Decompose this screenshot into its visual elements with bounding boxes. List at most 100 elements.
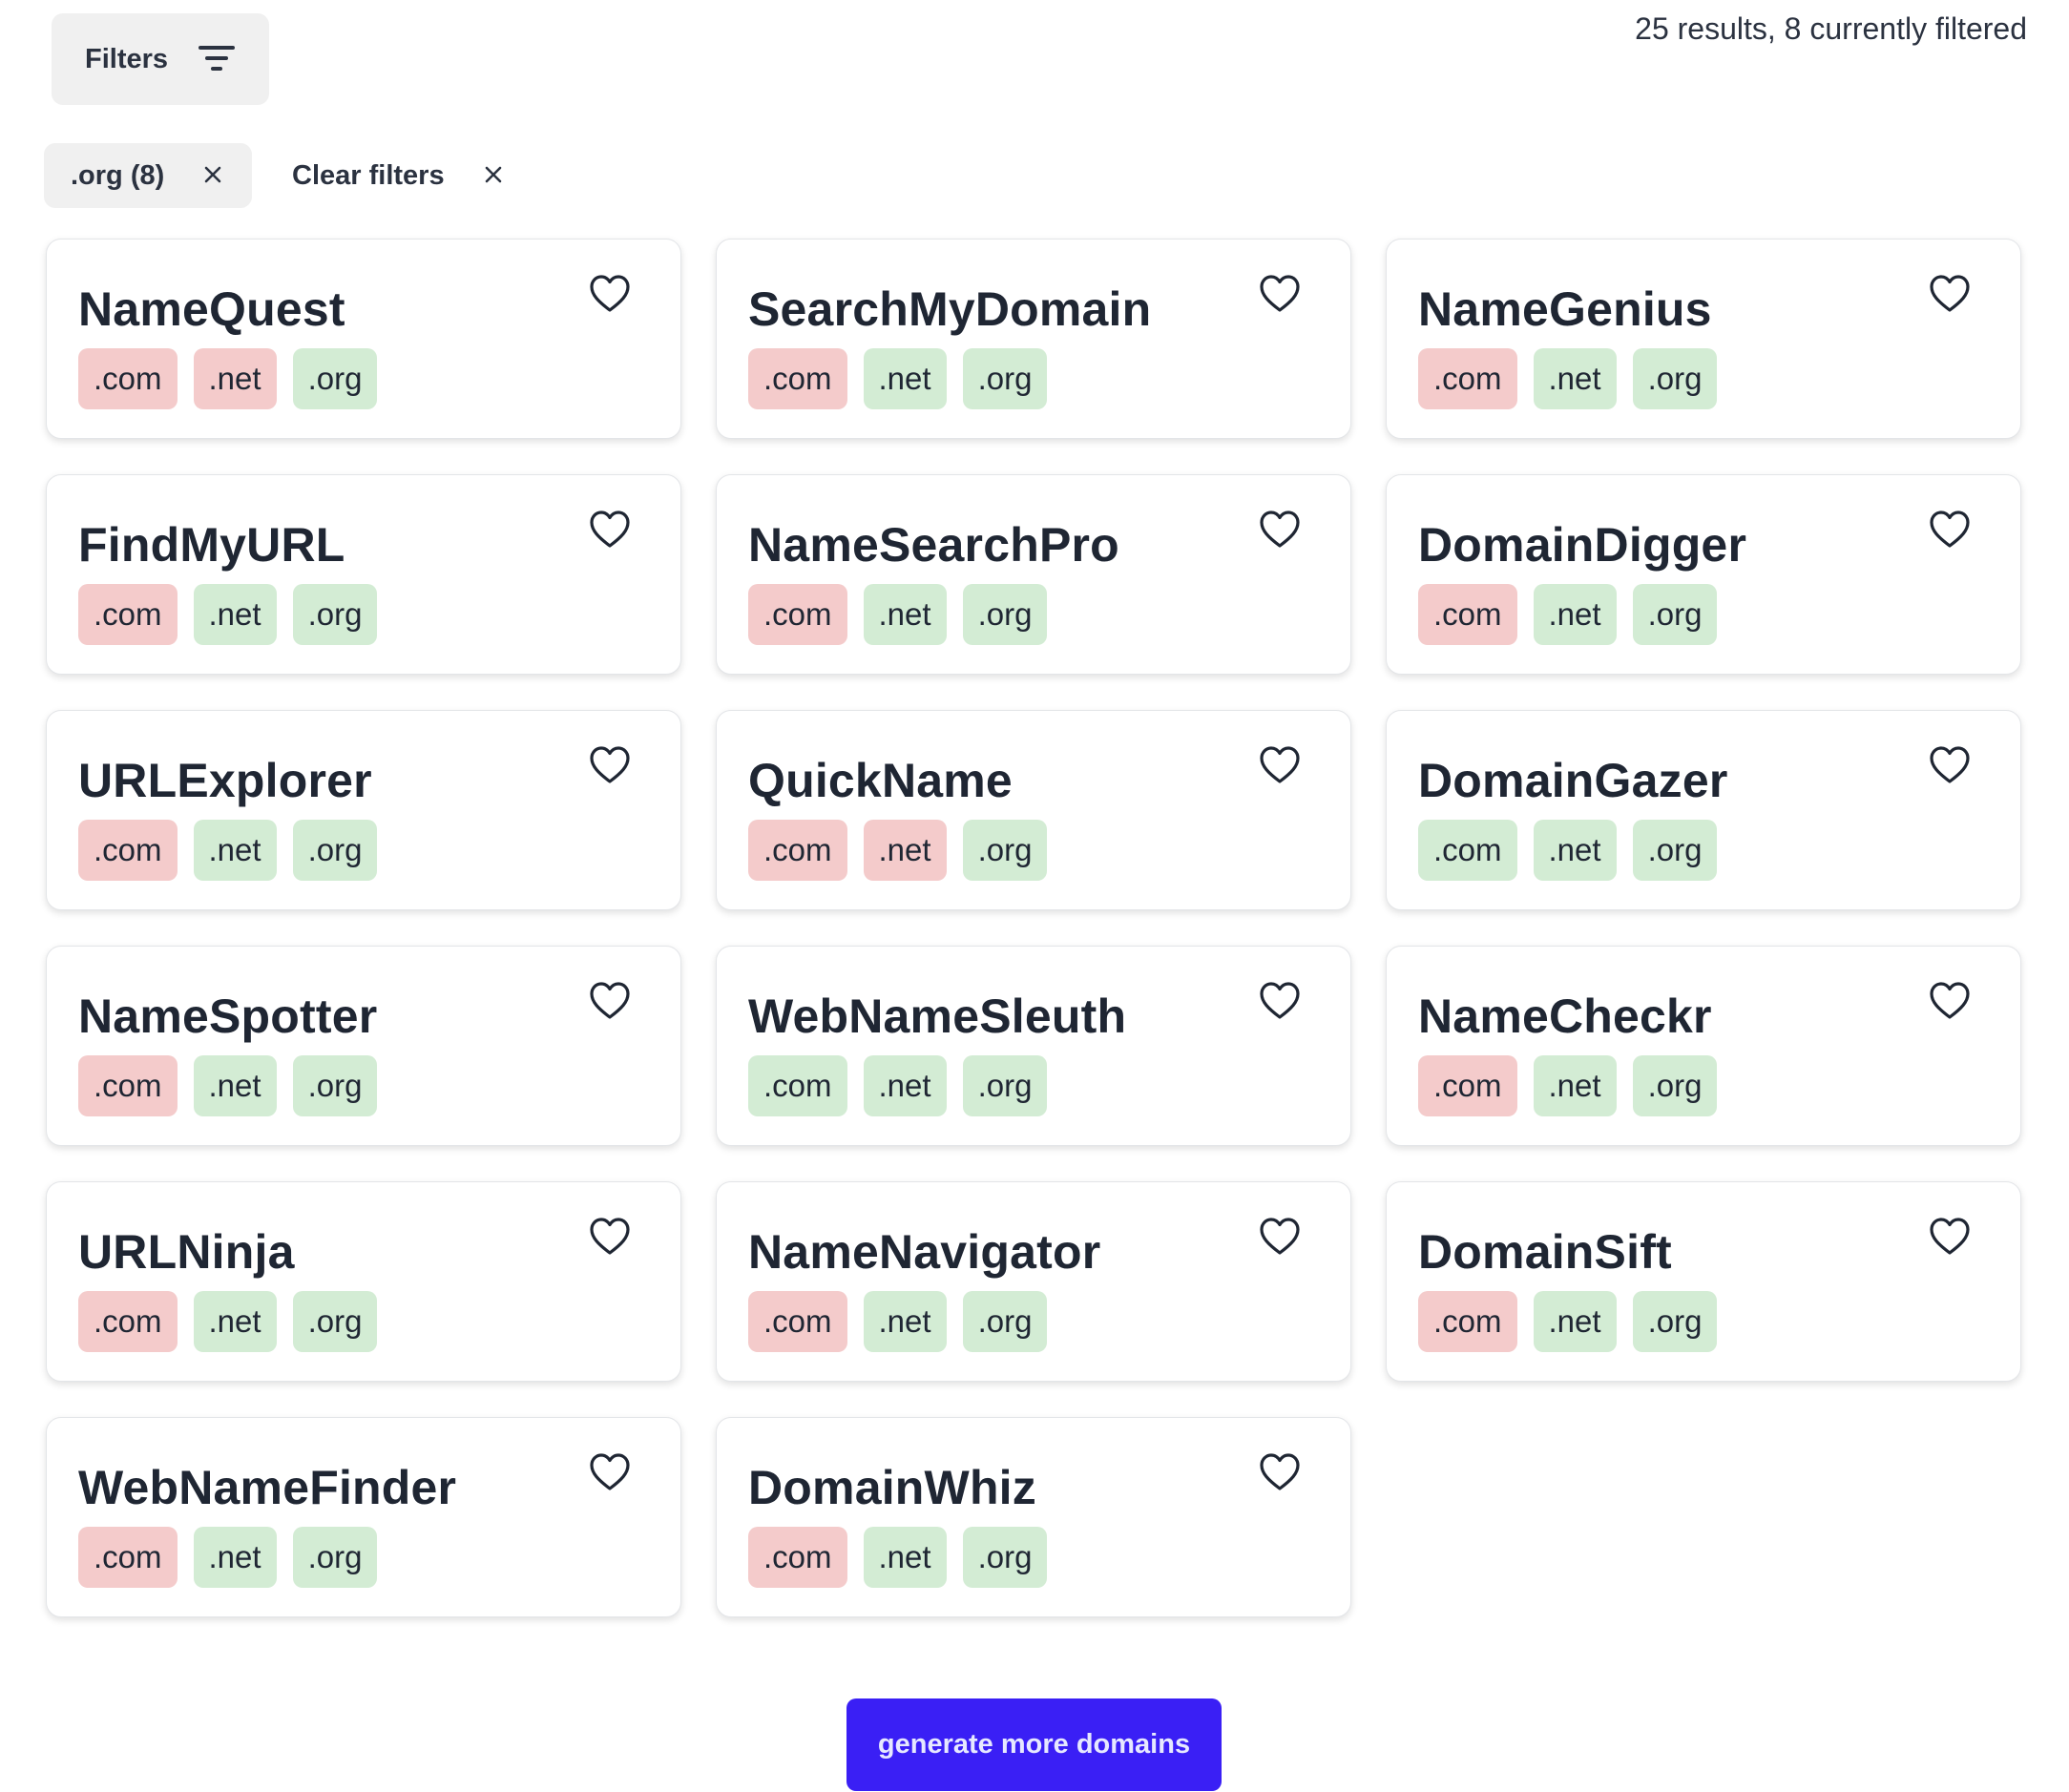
tld-list: .com .net .org bbox=[748, 820, 1048, 881]
tld-badge[interactable]: .org bbox=[292, 1291, 378, 1352]
tld-badge[interactable]: .net bbox=[863, 348, 947, 409]
tld-badge[interactable]: .org bbox=[962, 584, 1048, 645]
tld-list: .com .net .org bbox=[748, 1527, 1048, 1588]
heart-icon[interactable] bbox=[1259, 1452, 1301, 1492]
heart-icon[interactable] bbox=[1929, 981, 1971, 1021]
heart-icon[interactable] bbox=[1259, 510, 1301, 550]
domain-card: DomainSift .com .net .org bbox=[1386, 1181, 2021, 1382]
tld-badge[interactable]: .net bbox=[863, 1055, 947, 1116]
tld-badge[interactable]: .net bbox=[863, 1291, 947, 1352]
tld-badge[interactable]: .com bbox=[748, 1055, 847, 1116]
heart-icon[interactable] bbox=[589, 1217, 631, 1257]
tld-list: .com .net .org bbox=[748, 348, 1048, 409]
heart-icon[interactable] bbox=[1259, 745, 1301, 785]
heart-icon[interactable] bbox=[1929, 510, 1971, 550]
domain-name: FindMyURL bbox=[78, 518, 345, 572]
tld-badge[interactable]: .net bbox=[863, 820, 947, 881]
tld-badge[interactable]: .net bbox=[193, 820, 277, 881]
tld-badge[interactable]: .com bbox=[1418, 584, 1517, 645]
domain-card: DomainGazer .com .net .org bbox=[1386, 710, 2021, 910]
tld-list: .com .net .org bbox=[78, 348, 378, 409]
tld-badge[interactable]: .com bbox=[78, 820, 178, 881]
heart-icon[interactable] bbox=[1259, 1217, 1301, 1257]
filter-icon bbox=[199, 46, 235, 71]
tld-list: .com .net .org bbox=[1418, 1291, 1718, 1352]
generate-more-domains-button[interactable]: generate more domains bbox=[846, 1698, 1222, 1791]
tld-badge[interactable]: .net bbox=[1533, 584, 1617, 645]
domain-card: URLNinja .com .net .org bbox=[46, 1181, 681, 1382]
tld-badge[interactable]: .net bbox=[193, 1055, 277, 1116]
clear-filters-button[interactable]: Clear filters bbox=[292, 143, 540, 208]
domain-card: DomainDigger .com .net .org bbox=[1386, 474, 2021, 675]
tld-badge[interactable]: .org bbox=[292, 1055, 378, 1116]
tld-list: .com .net .org bbox=[748, 1291, 1048, 1352]
tld-badge[interactable]: .com bbox=[78, 1291, 178, 1352]
close-icon[interactable] bbox=[479, 160, 508, 189]
tld-badge[interactable]: .org bbox=[962, 1055, 1048, 1116]
tld-list: .com .net .org bbox=[1418, 348, 1718, 409]
domain-card: WebNameFinder .com .net .org bbox=[46, 1417, 681, 1617]
tld-badge[interactable]: .org bbox=[1632, 1055, 1718, 1116]
heart-icon[interactable] bbox=[1929, 1217, 1971, 1257]
heart-icon[interactable] bbox=[589, 745, 631, 785]
tld-badge[interactable]: .com bbox=[1418, 820, 1517, 881]
tld-badge[interactable]: .net bbox=[193, 1291, 277, 1352]
tld-badge[interactable]: .org bbox=[962, 1527, 1048, 1588]
heart-icon[interactable] bbox=[589, 274, 631, 314]
tld-badge[interactable]: .org bbox=[962, 1291, 1048, 1352]
tld-badge[interactable]: .com bbox=[78, 1527, 178, 1588]
tld-badge[interactable]: .com bbox=[748, 348, 847, 409]
tld-badge[interactable]: .org bbox=[1632, 820, 1718, 881]
tld-badge[interactable]: .com bbox=[1418, 348, 1517, 409]
close-icon[interactable] bbox=[199, 160, 227, 189]
tld-list: .com .net .org bbox=[1418, 820, 1718, 881]
tld-badge[interactable]: .net bbox=[1533, 1291, 1617, 1352]
tld-badge[interactable]: .net bbox=[1533, 1055, 1617, 1116]
heart-icon[interactable] bbox=[1259, 274, 1301, 314]
tld-list: .com .net .org bbox=[78, 1291, 378, 1352]
filter-chip-org[interactable]: .org (8) bbox=[44, 143, 252, 208]
tld-badge[interactable]: .com bbox=[748, 1291, 847, 1352]
filters-button[interactable]: Filters bbox=[52, 13, 269, 105]
tld-badge[interactable]: .net bbox=[1533, 348, 1617, 409]
heart-icon[interactable] bbox=[589, 510, 631, 550]
tld-badge[interactable]: .org bbox=[292, 820, 378, 881]
top-bar: Filters 25 results, 8 currently filtered bbox=[0, 0, 2069, 115]
tld-badge[interactable]: .net bbox=[193, 1527, 277, 1588]
tld-badge[interactable]: .org bbox=[292, 584, 378, 645]
tld-list: .com .net .org bbox=[78, 1055, 378, 1116]
tld-badge[interactable]: .org bbox=[1632, 1291, 1718, 1352]
domain-card: NameCheckr .com .net .org bbox=[1386, 946, 2021, 1146]
domain-card: QuickName .com .net .org bbox=[716, 710, 1351, 910]
tld-badge[interactable]: .net bbox=[193, 584, 277, 645]
tld-badge[interactable]: .org bbox=[962, 348, 1048, 409]
tld-badge[interactable]: .org bbox=[292, 1527, 378, 1588]
tld-badge[interactable]: .net bbox=[193, 348, 277, 409]
tld-badge[interactable]: .com bbox=[78, 348, 178, 409]
tld-badge[interactable]: .org bbox=[292, 348, 378, 409]
domain-name: QuickName bbox=[748, 754, 1013, 807]
tld-badge[interactable]: .com bbox=[748, 1527, 847, 1588]
heart-icon[interactable] bbox=[1929, 274, 1971, 314]
heart-icon[interactable] bbox=[1929, 745, 1971, 785]
tld-badge[interactable]: .com bbox=[748, 584, 847, 645]
tld-badge[interactable]: .com bbox=[1418, 1055, 1517, 1116]
tld-badge[interactable]: .com bbox=[78, 584, 178, 645]
tld-badge[interactable]: .org bbox=[1632, 348, 1718, 409]
tld-badge[interactable]: .com bbox=[78, 1055, 178, 1116]
tld-badge[interactable]: .net bbox=[863, 584, 947, 645]
heart-icon[interactable] bbox=[1259, 981, 1301, 1021]
tld-badge[interactable]: .com bbox=[1418, 1291, 1517, 1352]
tld-badge[interactable]: .org bbox=[1632, 584, 1718, 645]
tld-badge[interactable]: .com bbox=[748, 820, 847, 881]
tld-badge[interactable]: .org bbox=[962, 820, 1048, 881]
tld-list: .com .net .org bbox=[748, 1055, 1048, 1116]
tld-list: .com .net .org bbox=[1418, 1055, 1718, 1116]
heart-icon[interactable] bbox=[589, 1452, 631, 1492]
tld-badge[interactable]: .net bbox=[863, 1527, 947, 1588]
tld-badge[interactable]: .net bbox=[1533, 820, 1617, 881]
domain-card: NameNavigator .com .net .org bbox=[716, 1181, 1351, 1382]
heart-icon[interactable] bbox=[589, 981, 631, 1021]
domain-name: SearchMyDomain bbox=[748, 282, 1152, 336]
domain-name: DomainWhiz bbox=[748, 1461, 1036, 1514]
